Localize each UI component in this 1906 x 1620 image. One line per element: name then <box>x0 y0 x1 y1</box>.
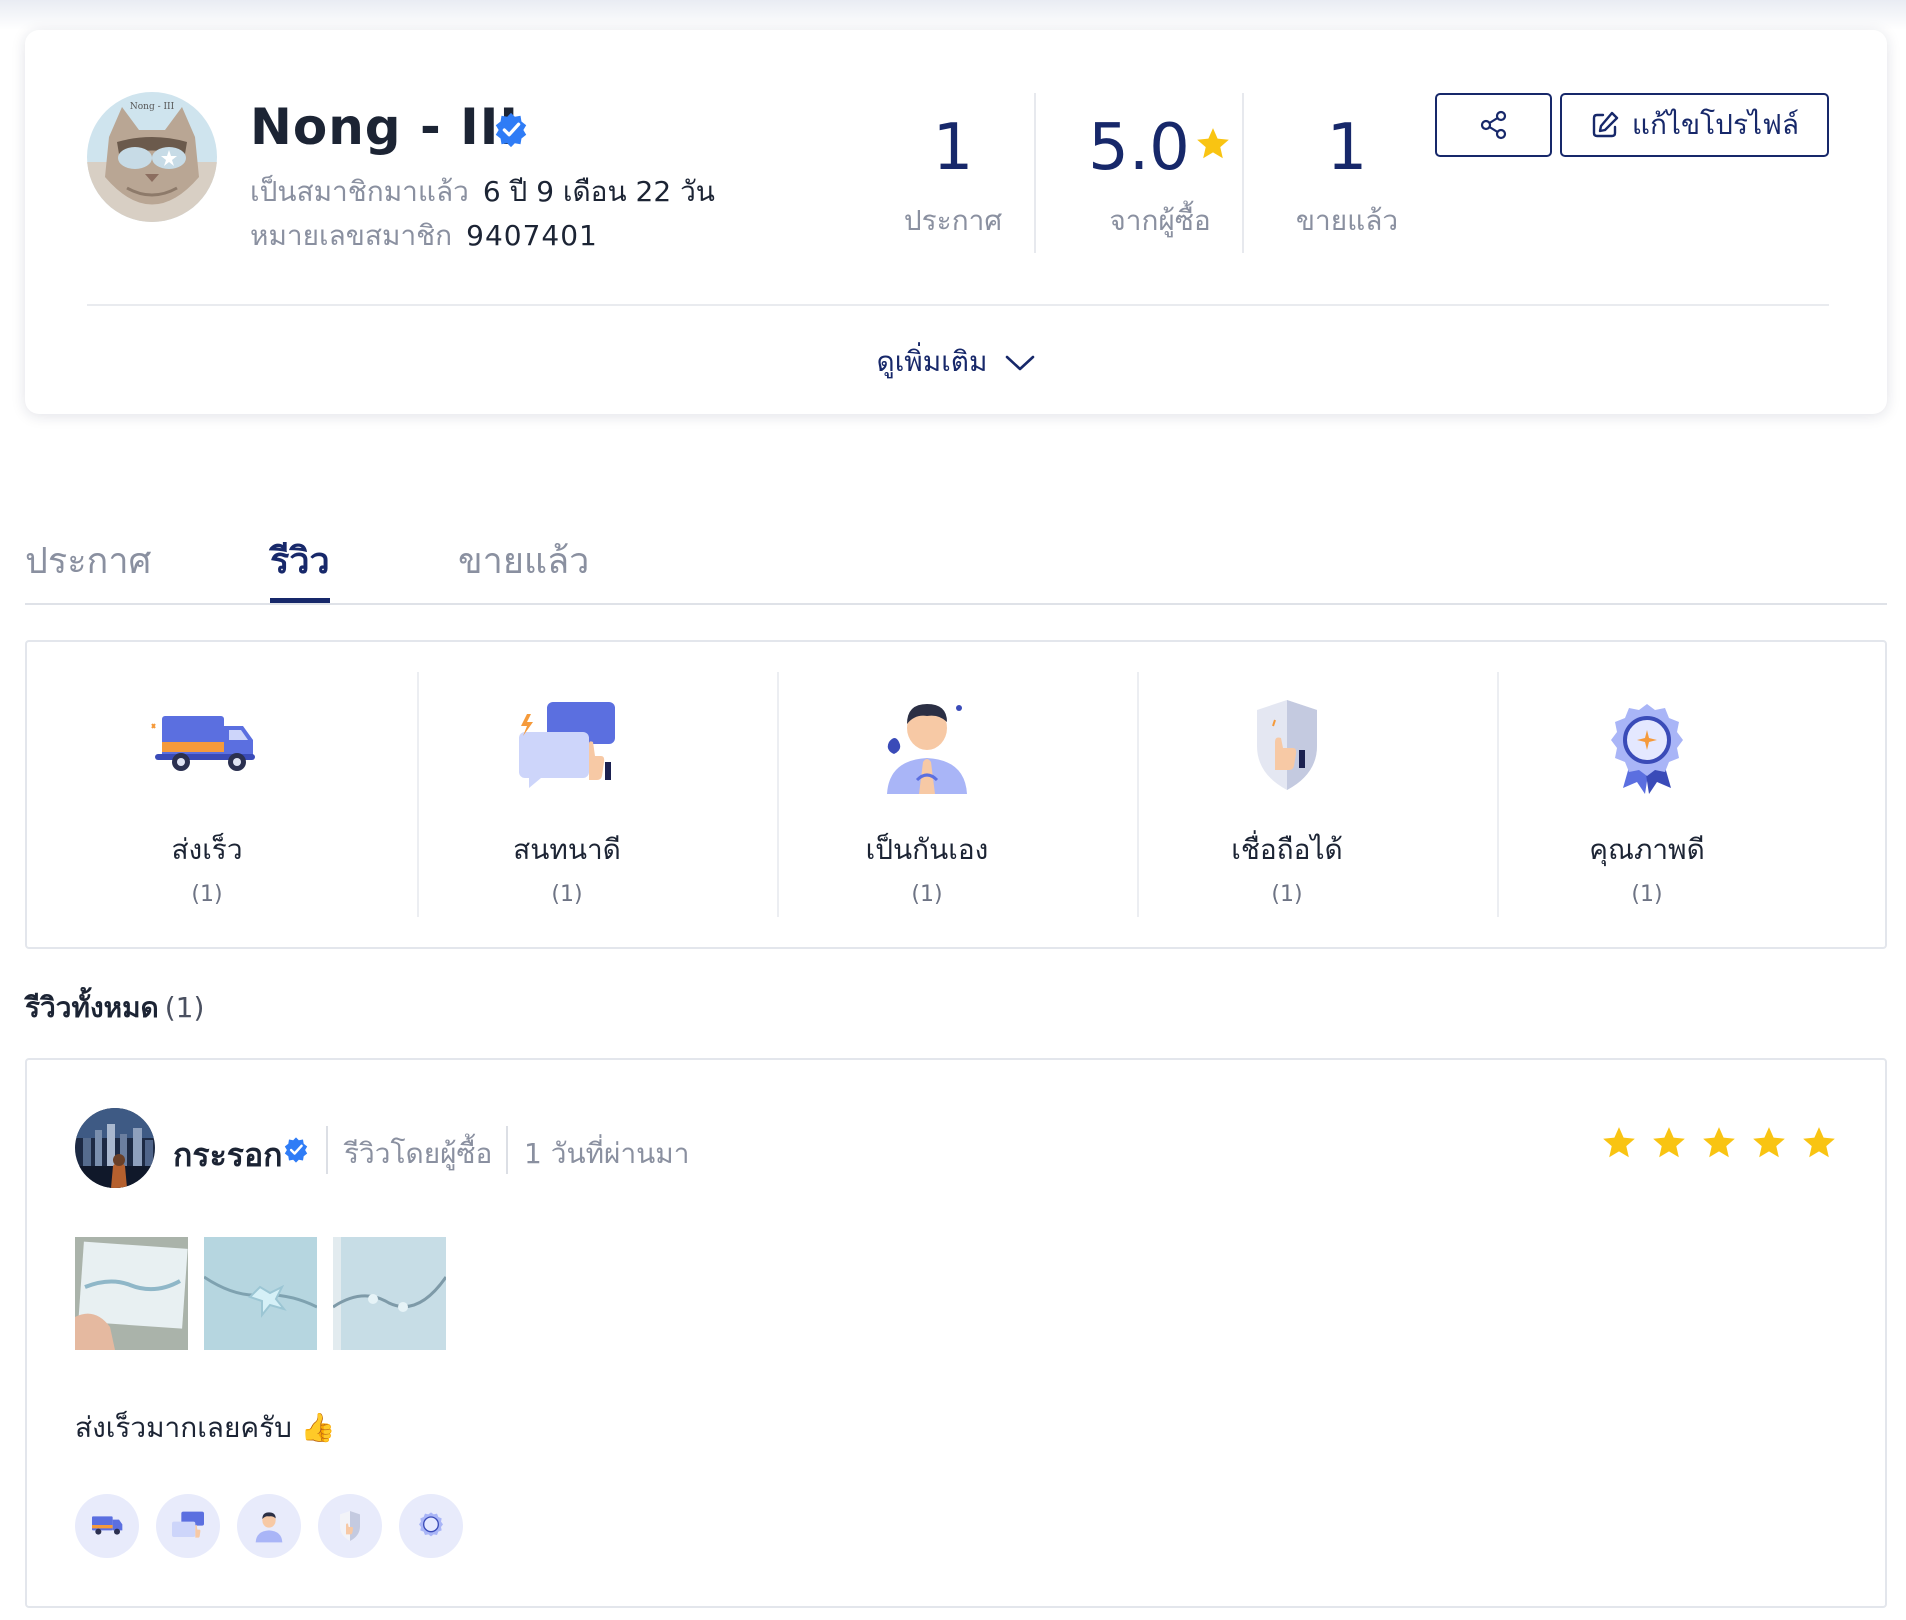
tabs-baseline <box>25 603 1887 605</box>
star-icon <box>1653 1127 1685 1158</box>
see-more-label: ดูเพิ่มเติม <box>876 345 988 378</box>
star-icon <box>1753 1127 1785 1158</box>
attribute-name: สนทนาดี <box>513 833 621 866</box>
review-rating <box>1600 1124 1838 1162</box>
attribute-count: (1) <box>551 882 583 907</box>
attribute-name: เป็นกันเอง <box>865 833 989 866</box>
tab-reviews[interactable]: รีวิว <box>270 532 330 589</box>
meta-separator <box>326 1126 328 1174</box>
reviewer-avatar[interactable] <box>75 1108 155 1188</box>
verified-badge-icon <box>284 1137 308 1163</box>
review-tag-friendly <box>237 1494 301 1558</box>
attribute-good-chat[interactable]: สนทนาดี (1) <box>387 642 747 947</box>
star-icon <box>1197 128 1229 159</box>
stat-divider <box>1242 93 1244 253</box>
shield-thumbs-up-icon <box>340 1511 360 1541</box>
chat-thumbs-up-icon <box>519 702 615 788</box>
star-icon <box>1603 1127 1635 1158</box>
profile-card: Nong - III Nong - III เป็นสมาชิกมาแล้ว 6 … <box>25 30 1887 414</box>
active-tab-indicator <box>270 598 330 603</box>
verified-badge-icon <box>495 112 527 148</box>
review-tag-good-chat <box>156 1494 220 1558</box>
stat-sold[interactable]: 1 ขายแล้ว <box>1252 110 1442 243</box>
chat-thumbs-up-icon <box>172 1511 204 1538</box>
member-id-value: 9407401 <box>466 219 598 252</box>
stat-listings-value: 1 <box>932 111 974 185</box>
delivery-truck-icon <box>151 716 255 771</box>
stat-listings[interactable]: 1 ประกาศ <box>858 110 1048 243</box>
stat-divider <box>1034 93 1036 253</box>
attribute-good-quality[interactable]: คุณภาพดี (1) <box>1467 642 1827 947</box>
attribute-trustworthy[interactable]: เชื่อถือได้ (1) <box>1107 642 1467 947</box>
review-tag-good-quality <box>399 1494 463 1558</box>
meta-separator <box>506 1126 508 1174</box>
profile-avatar[interactable]: Nong - III <box>87 92 217 222</box>
review-tag-trustworthy <box>318 1494 382 1558</box>
attribute-count: (1) <box>911 882 943 907</box>
review-photo[interactable] <box>333 1237 446 1350</box>
stat-rating-value: 5.0 <box>1088 111 1190 185</box>
shield-thumbs-up-icon <box>1257 700 1317 790</box>
attribute-count: (1) <box>191 882 223 907</box>
review-tag-fast-delivery <box>75 1494 139 1558</box>
share-icon <box>1480 110 1506 140</box>
top-shade <box>0 0 1906 30</box>
attribute-count: (1) <box>1631 882 1663 907</box>
friendly-person-icon <box>887 704 967 794</box>
review-card: กระรอก รีวิวโดยผู้ซื้อ 1 วันที่ผ่านมา ส่… <box>25 1058 1887 1608</box>
review-text: ส่งเร็วมากเลยครับ 👍 <box>75 1411 336 1444</box>
edit-profile-label: แก้ไขโปรไฟล์ <box>1631 108 1800 141</box>
attribute-name: คุณภาพดี <box>1589 833 1705 866</box>
stat-rating-label: จากผู้ซื้อ <box>1109 204 1211 237</box>
edit-profile-button[interactable]: แก้ไขโปรไฟล์ <box>1560 93 1829 157</box>
member-id-label: หมายเลขสมาชิก <box>250 219 453 252</box>
attribute-name: ส่งเร็ว <box>171 833 243 866</box>
stat-listings-label: ประกาศ <box>903 204 1003 237</box>
attribute-name: เชื่อถือได้ <box>1231 833 1343 866</box>
attribute-friendly[interactable]: เป็นกันเอง (1) <box>747 642 1107 947</box>
quality-badge-icon <box>419 1512 443 1537</box>
all-reviews-title: รีวิวทั้งหมด <box>25 991 159 1024</box>
member-since-label: เป็นสมาชิกมาแล้ว <box>250 175 469 208</box>
star-icon <box>1703 1127 1735 1158</box>
review-source: รีวิวโดยผู้ซื้อ <box>344 1137 493 1170</box>
member-since: เป็นสมาชิกมาแล้ว 6 ปี 9 เดือน 22 วัน <box>250 170 715 214</box>
reviewer-name[interactable]: กระรอก <box>173 1130 283 1181</box>
card-divider <box>87 304 1829 306</box>
all-reviews-count: (1) <box>164 991 205 1024</box>
all-reviews-heading: รีวิวทั้งหมด (1) <box>25 986 204 1030</box>
profile-name: Nong - III <box>250 98 519 156</box>
attribute-fast-delivery[interactable]: ส่งเร็ว (1) <box>27 642 387 947</box>
review-attributes-summary: ส่งเร็ว (1) สนทนาดี (1) เป็นกันเอง (1) เ… <box>25 640 1887 949</box>
delivery-truck-icon <box>92 1516 123 1535</box>
tab-sold[interactable]: ขายแล้ว <box>458 532 589 589</box>
share-button[interactable] <box>1435 93 1552 157</box>
attribute-count: (1) <box>1271 882 1303 907</box>
quality-badge-icon <box>1611 704 1683 794</box>
member-id: หมายเลขสมาชิก 9407401 <box>250 214 598 258</box>
see-more-button[interactable]: ดูเพิ่มเติม <box>25 340 1887 384</box>
review-time: 1 วันที่ผ่านมา <box>524 1137 690 1170</box>
edit-icon <box>1592 111 1619 138</box>
stat-rating[interactable]: 5.0 จากผู้ซื้อ <box>1065 110 1255 243</box>
stat-sold-value: 1 <box>1326 111 1368 185</box>
review-photo[interactable] <box>75 1237 188 1350</box>
stat-sold-label: ขายแล้ว <box>1295 204 1399 237</box>
review-photo[interactable] <box>204 1237 317 1350</box>
friendly-person-icon <box>255 1512 283 1543</box>
star-icon <box>1803 1127 1835 1158</box>
member-since-value: 6 ปี 9 เดือน 22 วัน <box>482 175 715 208</box>
chevron-down-icon <box>1006 355 1035 371</box>
tab-listings[interactable]: ประกาศ <box>25 532 151 589</box>
svg-text:Nong - III: Nong - III <box>130 102 175 112</box>
